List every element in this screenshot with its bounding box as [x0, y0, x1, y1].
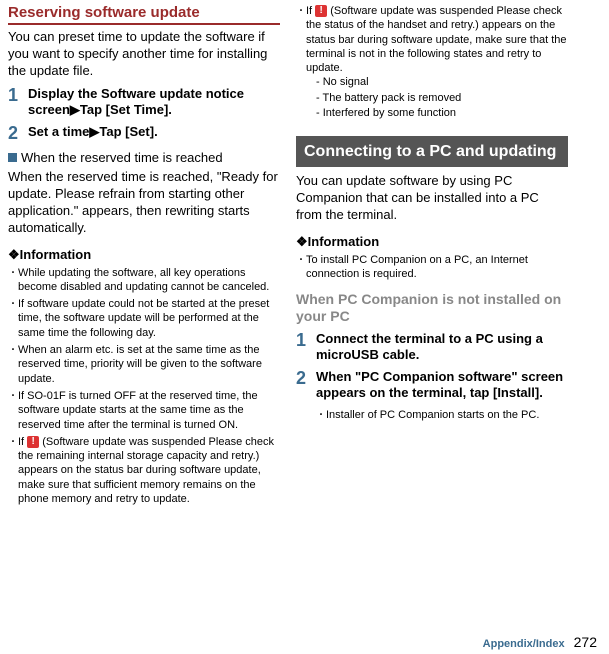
bullet-text: When an alarm etc. is set at the same ti…: [18, 343, 280, 386]
step-text: When "PC Companion software" screen appe…: [316, 369, 568, 402]
bullet-text: If ! (Software update was suspended Plea…: [18, 435, 280, 506]
info-bullet: ･When an alarm etc. is set at the same t…: [8, 343, 280, 386]
step-2: 2 Set a time▶Tap [Set].: [8, 124, 280, 144]
arrow-icon: ▶: [70, 102, 80, 117]
dash-item: - The battery pack is removed: [316, 91, 568, 106]
step-text: Display the Software update notice scree…: [28, 86, 280, 119]
step-2: 2 When "PC Companion software" screen ap…: [296, 369, 568, 402]
bullet-icon: ･: [316, 408, 326, 422]
page-number: 272: [574, 634, 597, 650]
b5a: If: [18, 436, 27, 448]
bullet-icon: ･: [8, 297, 18, 340]
step-2b: Tap [Set].: [99, 124, 157, 139]
bullet-icon: ･: [8, 266, 18, 295]
step-1: 1 Display the Software update notice scr…: [8, 86, 280, 119]
info-bullet: ･To install PC Companion on a PC, an Int…: [296, 253, 568, 282]
warning-icon: !: [27, 436, 39, 448]
section-label: Appendix/Index: [483, 638, 565, 650]
info-bullet: ･If software update could not be started…: [8, 297, 280, 340]
bullet-icon: ･: [8, 435, 18, 506]
step-number: 1: [296, 331, 316, 364]
step-text: Connect the terminal to a PC using a mic…: [316, 331, 568, 364]
t1b: (Software update was suspended Please ch…: [306, 5, 566, 74]
bullet-icon: ･: [296, 4, 306, 75]
page-container: Reserving software update You can preset…: [0, 0, 609, 630]
step-number: 2: [296, 369, 316, 402]
reserved-time-heading: When the reserved time is reached: [8, 150, 280, 165]
page-footer: Appendix/Index 272: [0, 630, 609, 654]
dash-item: - Interfered by some function: [316, 106, 568, 121]
right-column: ･If ! (Software update was suspended Ple…: [288, 0, 576, 630]
connect-body: You can update software by using PC Comp…: [296, 173, 568, 224]
t1a: If: [306, 5, 315, 17]
step-1: 1 Connect the terminal to a PC using a m…: [296, 331, 568, 364]
bullet-text: If SO-01F is turned OFF at the reserved …: [18, 389, 280, 432]
info-bullet: ･If ! (Software update was suspended Ple…: [8, 435, 280, 506]
warning-icon: !: [315, 5, 327, 17]
sub-text: Installer of PC Companion starts on the …: [326, 408, 539, 422]
bullet-text: If ! (Software update was suspended Plea…: [306, 4, 568, 75]
dash-item: - No signal: [316, 75, 568, 90]
step-2a: Set a time: [28, 124, 89, 139]
bullet-text: To install PC Companion on a PC, an Inte…: [306, 253, 568, 282]
information-heading: ❖Information: [296, 234, 568, 250]
step-1b: Tap [Set Time].: [80, 102, 172, 117]
info-bullet: ･If SO-01F is turned OFF at the reserved…: [8, 389, 280, 432]
square-icon: [8, 153, 17, 162]
left-column: Reserving software update You can preset…: [0, 0, 288, 630]
intro-text: You can preset time to update the softwa…: [8, 29, 280, 80]
info-bullet: ･If ! (Software update was suspended Ple…: [296, 4, 568, 75]
information-heading: ❖Information: [8, 247, 280, 263]
step-number: 2: [8, 124, 28, 144]
reserved-time-body: When the reserved time is reached, "Read…: [8, 169, 280, 237]
bullet-text: If software update could not be started …: [18, 297, 280, 340]
pc-companion-heading: When PC Companion is not installed on yo…: [296, 291, 568, 325]
bullet-icon: ･: [8, 343, 18, 386]
step-text: Set a time▶Tap [Set].: [28, 124, 158, 144]
bullet-icon: ･: [296, 253, 306, 282]
reserving-heading: Reserving software update: [8, 4, 280, 25]
bullet-text: While updating the software, all key ope…: [18, 266, 280, 295]
reserved-time-label: When the reserved time is reached: [21, 150, 223, 165]
step-number: 1: [8, 86, 28, 119]
info-bullet: ･While updating the software, all key op…: [8, 266, 280, 295]
sub-bullet: ･Installer of PC Companion starts on the…: [316, 408, 568, 422]
bullet-icon: ･: [8, 389, 18, 432]
arrow-icon: ▶: [89, 124, 99, 139]
b5b: (Software update was suspended Please ch…: [18, 436, 274, 505]
connecting-heading: Connecting to a PC and updating: [296, 136, 568, 167]
